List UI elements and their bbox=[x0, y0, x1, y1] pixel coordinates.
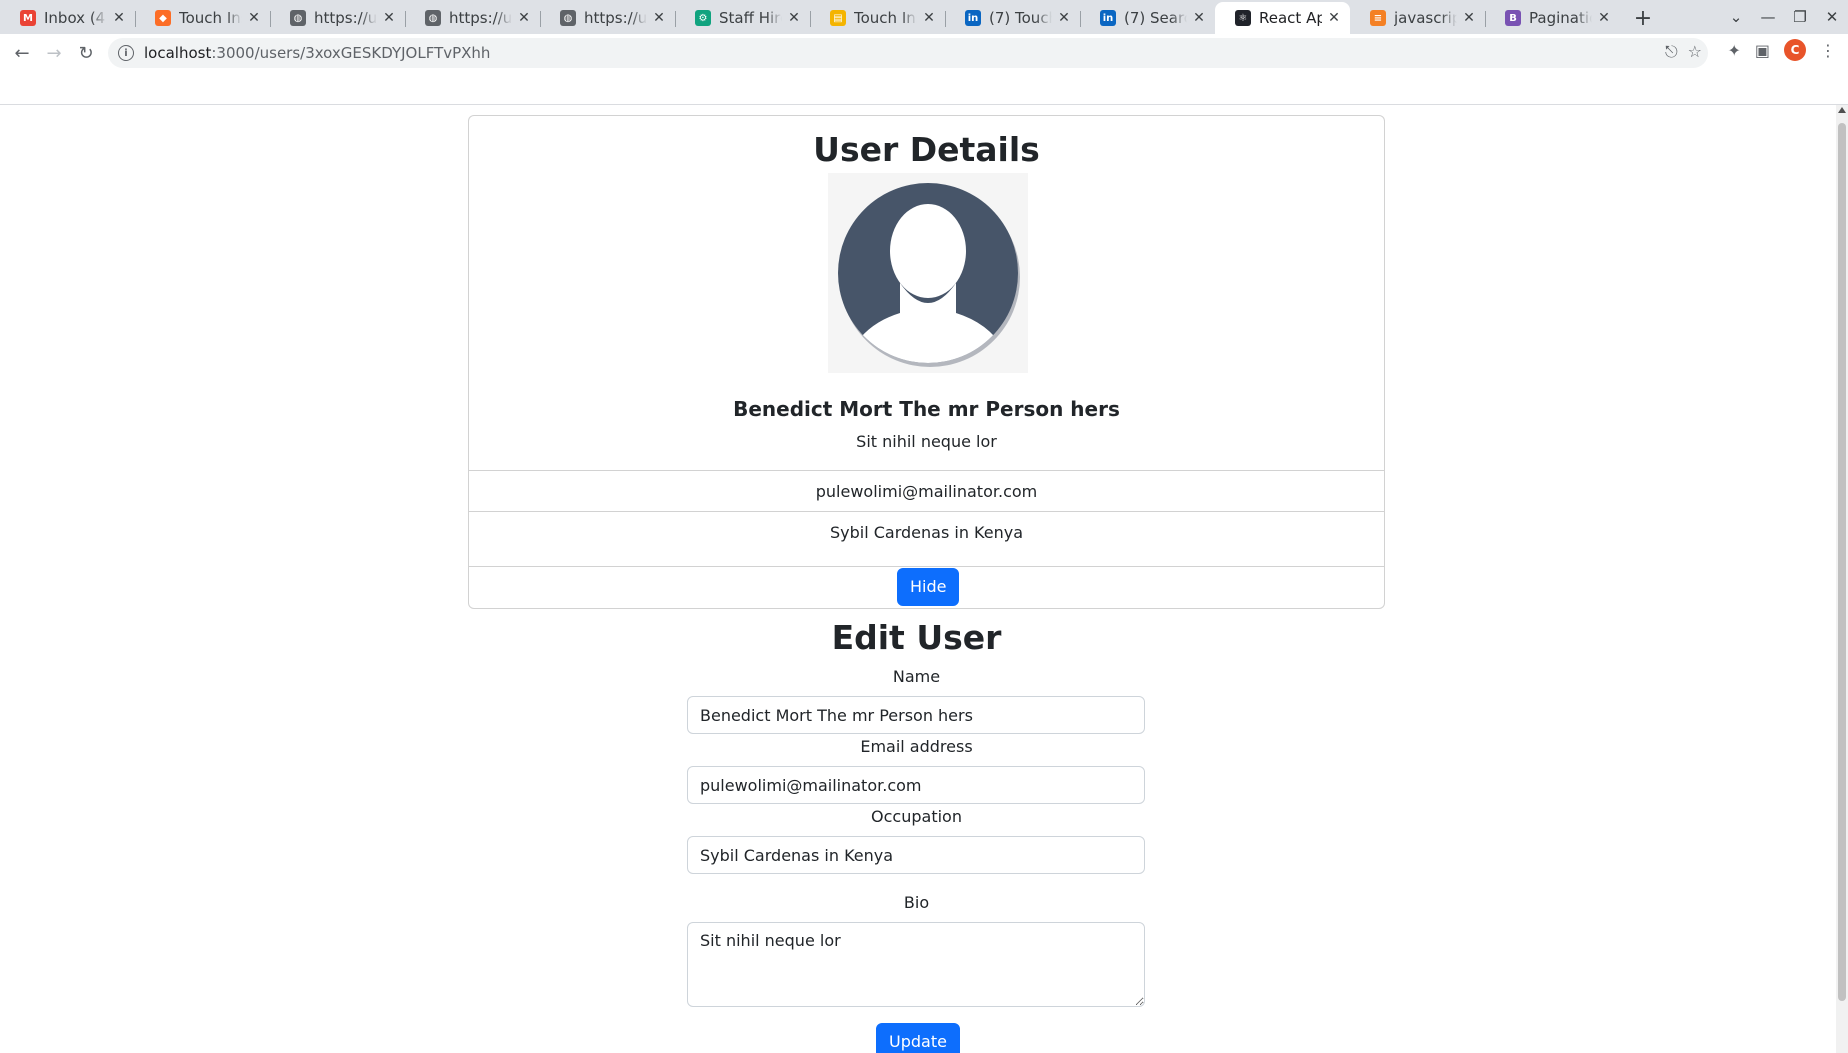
name-label: Name bbox=[892, 667, 941, 686]
browser-tab[interactable]: ≡ javascript✕ bbox=[1350, 2, 1485, 34]
site-info-icon[interactable]: i bbox=[118, 45, 134, 61]
tab-title: https://us bbox=[449, 9, 512, 27]
user-silhouette-icon bbox=[838, 183, 1020, 367]
close-tab-icon[interactable]: ✕ bbox=[786, 10, 802, 26]
back-icon[interactable]: ← bbox=[6, 37, 38, 69]
user-occupation-row: Sybil Cardenas in Kenya bbox=[469, 511, 1384, 566]
browser-toolbar: ← → ↻ i localhost:3000/users/3xoxGESKDYJ… bbox=[0, 34, 1848, 72]
bookmark-star-icon[interactable]: ☆ bbox=[1688, 42, 1702, 62]
user-email-row: pulewolimi@mailinator.com bbox=[469, 470, 1384, 511]
bio-textarea[interactable]: Sit nihil neque lor bbox=[687, 922, 1145, 1007]
close-tab-icon[interactable]: ✕ bbox=[246, 10, 262, 26]
linkedin-icon: in bbox=[965, 10, 981, 26]
browser-tab[interactable]: ◍ https://us✕ bbox=[540, 2, 675, 34]
chatgpt-icon: ⚙ bbox=[695, 10, 711, 26]
edit-user-title: Edit User bbox=[831, 618, 1002, 657]
close-tab-icon[interactable]: ✕ bbox=[1596, 10, 1612, 26]
hide-button[interactable]: Hide bbox=[897, 568, 960, 606]
gitlab-icon: ◆ bbox=[155, 10, 171, 26]
reload-icon[interactable]: ↻ bbox=[70, 37, 102, 69]
tab-title: (7) Search bbox=[1124, 9, 1187, 27]
tab-title: https://us bbox=[584, 9, 647, 27]
page-viewport: User Details Benedict Mort The mr Person… bbox=[0, 105, 1836, 1053]
name-input[interactable] bbox=[687, 696, 1145, 734]
tab-title: https://us bbox=[314, 9, 377, 27]
email-label: Email address bbox=[860, 737, 973, 756]
globe-icon: ◍ bbox=[425, 10, 441, 26]
address-bar[interactable]: i localhost:3000/users/3xoxGESKDYJOLFTvP… bbox=[108, 38, 1708, 68]
tab-title: Touch Insp bbox=[179, 9, 242, 27]
scroll-up-arrow[interactable] bbox=[1838, 107, 1846, 113]
close-window-icon[interactable]: ✕ bbox=[1816, 8, 1848, 26]
update-button[interactable]: Update bbox=[876, 1023, 960, 1053]
minimize-icon[interactable]: — bbox=[1752, 8, 1784, 26]
tab-title: Touch Insp bbox=[854, 9, 917, 27]
tab-strip: MInbox (4) -✕◆Touch Insp✕◍https://us✕◍ht… bbox=[0, 0, 1848, 34]
restore-icon[interactable]: ❐ bbox=[1784, 8, 1816, 26]
share-icon[interactable]: ⎋ bbox=[1665, 42, 1678, 62]
react-icon: ⚛ bbox=[1235, 10, 1251, 26]
tab-title: React App bbox=[1259, 9, 1322, 27]
close-tab-icon[interactable]: ✕ bbox=[1326, 10, 1342, 26]
occupation-input[interactable] bbox=[687, 836, 1145, 874]
close-tab-icon[interactable]: ✕ bbox=[921, 10, 937, 26]
tab-title: Paginatio bbox=[1529, 9, 1592, 27]
globe-icon: ◍ bbox=[290, 10, 306, 26]
tab-title: Staff Hire bbox=[719, 9, 782, 27]
browser-tab[interactable]: in (7) Search✕ bbox=[1080, 2, 1215, 34]
close-tab-icon[interactable]: ✕ bbox=[516, 10, 532, 26]
tab-title: (7) Touch I bbox=[989, 9, 1052, 27]
forward-icon[interactable]: → bbox=[38, 37, 70, 69]
browser-tab[interactable]: ⚙ Staff Hire✕ bbox=[675, 2, 810, 34]
new-tab-button[interactable]: + bbox=[1628, 2, 1658, 34]
browser-tab[interactable]: M Inbox (4) -✕ bbox=[0, 2, 135, 34]
close-tab-icon[interactable]: ✕ bbox=[651, 10, 667, 26]
occupation-label: Occupation bbox=[871, 807, 962, 826]
close-tab-icon[interactable]: ✕ bbox=[381, 10, 397, 26]
close-tab-icon[interactable]: ✕ bbox=[111, 10, 127, 26]
url-path: :3000/users/3xoxGESKDYJOLFTvPXhh bbox=[211, 44, 491, 62]
doc-icon: ▤ bbox=[830, 10, 846, 26]
email-input[interactable] bbox=[687, 766, 1145, 804]
user-email: pulewolimi@mailinator.com bbox=[815, 481, 1038, 501]
close-tab-icon[interactable]: ✕ bbox=[1056, 10, 1072, 26]
user-occupation: Sybil Cardenas in Kenya bbox=[829, 522, 1024, 542]
profile-avatar[interactable]: C bbox=[1784, 39, 1806, 61]
tab-title: javascript bbox=[1394, 9, 1457, 27]
browser-tab[interactable]: in (7) Touch I✕ bbox=[945, 2, 1080, 34]
page-scrollbar[interactable] bbox=[1836, 105, 1848, 1053]
bootstrap-icon: B bbox=[1505, 10, 1521, 26]
browser-tab[interactable]: ▤ Touch Insp✕ bbox=[810, 2, 945, 34]
user-details-title: User Details bbox=[813, 130, 1040, 169]
url-host: localhost bbox=[144, 44, 212, 62]
stackoverflow-icon: ≡ bbox=[1370, 10, 1386, 26]
card-footer: Hide bbox=[469, 566, 1384, 610]
linkedin-icon: in bbox=[1100, 10, 1116, 26]
bio-label: Bio bbox=[903, 893, 930, 912]
browser-tab[interactable]: B Paginatio ✕ bbox=[1485, 2, 1620, 34]
tab-title: Inbox (4) - bbox=[44, 9, 107, 27]
gmail-icon: M bbox=[20, 10, 36, 26]
side-panel-icon[interactable]: ▣ bbox=[1755, 41, 1770, 60]
browser-tab[interactable]: ⚛ React App✕ bbox=[1215, 2, 1350, 34]
browser-tab[interactable]: ◆ Touch Insp✕ bbox=[135, 2, 270, 34]
menu-kebab-icon[interactable]: ⋮ bbox=[1820, 41, 1836, 60]
browser-tab[interactable]: ◍ https://us✕ bbox=[405, 2, 540, 34]
globe-icon: ◍ bbox=[560, 10, 576, 26]
scrollbar-thumb[interactable] bbox=[1838, 123, 1846, 1001]
window-controls: ⌄ — ❐ ✕ bbox=[1720, 0, 1848, 34]
user-details-card: User Details Benedict Mort The mr Person… bbox=[468, 115, 1385, 609]
tab-search-icon[interactable]: ⌄ bbox=[1720, 8, 1752, 26]
close-tab-icon[interactable]: ✕ bbox=[1191, 10, 1207, 26]
close-tab-icon[interactable]: ✕ bbox=[1461, 10, 1477, 26]
extensions-icon[interactable]: ✦ bbox=[1727, 41, 1740, 60]
user-bio: Sit nihil neque lor bbox=[856, 432, 997, 451]
user-name: Benedict Mort The mr Person hers bbox=[733, 397, 1120, 421]
browser-tab[interactable]: ◍ https://us✕ bbox=[270, 2, 405, 34]
avatar bbox=[828, 173, 1028, 373]
